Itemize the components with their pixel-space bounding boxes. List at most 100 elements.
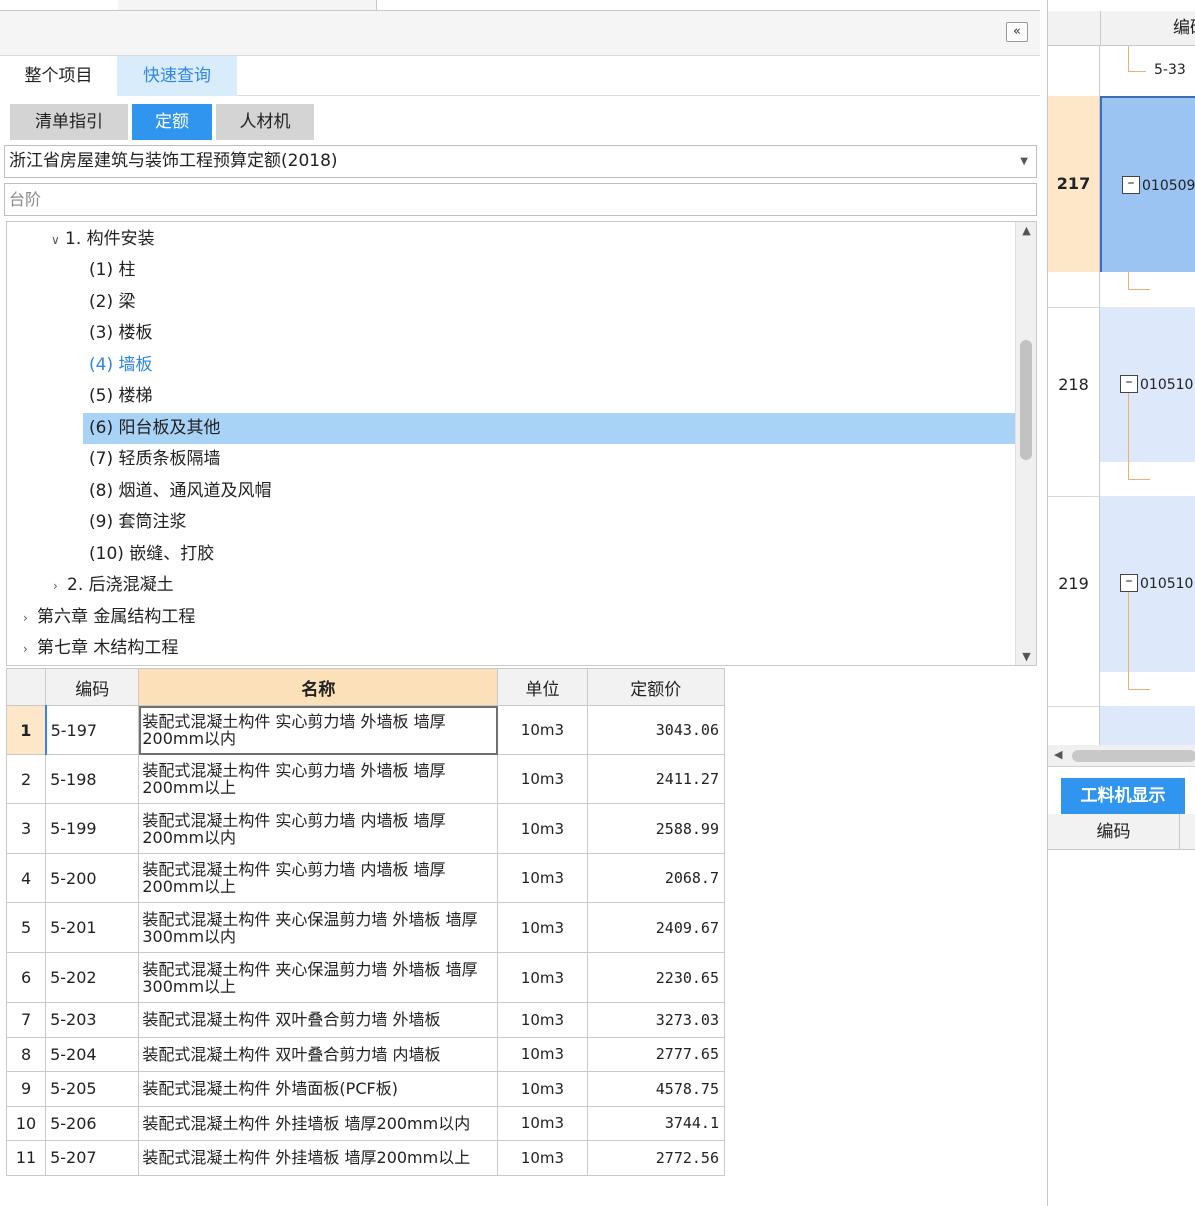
row-name[interactable]: 装配式混凝土构件 外挂墙板 墙厚200mm以上 [138, 1139, 499, 1177]
row-name[interactable]: 装配式混凝土构件 实心剪力墙 外墙板 墙厚200mm以上 [138, 754, 499, 805]
table-row[interactable]: 7 5-203 装配式混凝土构件 双叶叠合剪力墙 外墙板 10m3 3273.0… [5, 1001, 726, 1038]
scroll-up-icon[interactable]: ▲ [1016, 224, 1036, 237]
row-name[interactable]: 装配式混凝土构件 夹心保温剪力墙 外墙板 墙厚300mm以上 [138, 952, 499, 1003]
right-row[interactable]: 218 – 010510 [1048, 307, 1195, 463]
header-name[interactable]: 名称 [138, 668, 499, 706]
header-unit[interactable]: 单位 [497, 668, 588, 706]
right-row-cell[interactable]: – 010509 [1100, 96, 1195, 276]
table-row[interactable]: 8 5-204 装配式混凝土构件 双叶叠合剪力墙 内墙板 10m3 2777.6… [5, 1036, 726, 1072]
row-unit[interactable]: 10m3 [497, 1001, 588, 1038]
tree-item[interactable]: (3) 楼板 [89, 318, 152, 349]
row-name[interactable]: 装配式混凝土构件 双叶叠合剪力墙 内墙板 [138, 1036, 499, 1072]
row-unit[interactable]: 10m3 [497, 1070, 588, 1107]
right-row[interactable] [1048, 706, 1195, 745]
row-unit[interactable]: 10m3 [497, 1105, 588, 1141]
collapse-minus-icon[interactable]: – [1120, 574, 1138, 592]
table-row[interactable]: 2 5-198 装配式混凝土构件 实心剪力墙 外墙板 墙厚200mm以上 10m… [5, 754, 726, 805]
tab-quick-query[interactable]: 快速查询 [117, 56, 237, 96]
tree-item[interactable]: (2) 梁 [89, 287, 135, 318]
tab-list-guide[interactable]: 清单指引 [10, 104, 128, 140]
scroll-down-icon[interactable]: ▼ [1016, 650, 1036, 663]
table-row[interactable]: 9 5-205 装配式混凝土构件 外墙面板(PCF板) 10m3 4578.75 [5, 1070, 726, 1107]
row-price[interactable]: 2772.56 [586, 1139, 726, 1177]
tree-item[interactable]: (4) 墙板 [89, 350, 152, 381]
right-row[interactable] [1048, 462, 1195, 497]
row-price[interactable]: 2230.65 [586, 952, 726, 1003]
row-code[interactable]: 5-201 [45, 902, 140, 954]
row-unit[interactable]: 10m3 [497, 952, 588, 1003]
tree-item[interactable]: (8) 烟道、通风道及风帽 [89, 476, 271, 507]
row-code[interactable]: 5-205 [45, 1070, 140, 1107]
quota-standard-select[interactable]: 浙江省房屋建筑与装饰工程预算定额(2018) ▼ [4, 145, 1037, 178]
row-unit[interactable]: 10m3 [497, 1036, 588, 1072]
top-tab-2[interactable] [118, 0, 239, 10]
collapse-minus-icon[interactable]: – [1120, 375, 1138, 393]
table-row[interactable]: 6 5-202 装配式混凝土构件 夹心保温剪力墙 外墙板 墙厚300mm以上 1… [5, 952, 726, 1003]
row-name[interactable]: 装配式混凝土构件 实心剪力墙 内墙板 墙厚200mm以内 [138, 803, 499, 855]
tree-item[interactable]: ∨ 1. 构件安装 [51, 224, 155, 255]
table-row[interactable]: 3 5-199 装配式混凝土构件 实心剪力墙 内墙板 墙厚200mm以内 10m… [5, 803, 726, 855]
row-price[interactable]: 2411.27 [586, 754, 726, 805]
tree-item[interactable]: (1) 柱 [89, 255, 135, 286]
top-tab-3[interactable] [238, 0, 377, 10]
collapse-panel-button[interactable]: « [1006, 22, 1028, 42]
row-price[interactable]: 3744.1 [586, 1105, 726, 1141]
right-row-cell[interactable]: – 010510 [1100, 307, 1195, 462]
tree-item[interactable]: (9) 套筒注浆 [89, 507, 186, 538]
right-row-cell[interactable]: 5-33 [1100, 46, 1195, 96]
row-price[interactable]: 3043.06 [586, 704, 726, 756]
header-price[interactable]: 定额价 [586, 668, 726, 706]
right-horizontal-scrollbar[interactable]: ◀ [1048, 745, 1195, 767]
right-row[interactable]: 5-33 [1048, 46, 1195, 97]
row-name[interactable]: 装配式混凝土构件 外墙面板(PCF板) [138, 1070, 499, 1107]
row-unit[interactable]: 10m3 [497, 754, 588, 805]
tree-item[interactable]: › 第七章 木结构工程 [23, 633, 178, 664]
collapse-minus-icon[interactable]: – [1122, 176, 1140, 194]
tree-item[interactable]: (10) 嵌缝、打胶 [89, 539, 214, 570]
top-tab-1[interactable] [0, 0, 119, 10]
labor-header-code[interactable]: 编码 [1048, 814, 1180, 850]
row-price[interactable]: 2777.65 [586, 1036, 726, 1072]
right-row[interactable] [1048, 272, 1195, 308]
table-row[interactable]: 4 5-200 装配式混凝土构件 实心剪力墙 内墙板 墙厚200mm以上 10m… [5, 853, 726, 904]
row-name[interactable]: 装配式混凝土构件 双叶叠合剪力墙 外墙板 [138, 1001, 499, 1038]
row-code[interactable]: 5-202 [45, 952, 140, 1003]
row-code[interactable]: 5-203 [45, 1001, 140, 1038]
right-header-code[interactable]: 编码 [1100, 11, 1195, 46]
row-name[interactable]: 装配式混凝土构件 外挂墙板 墙厚200mm以内 [138, 1105, 499, 1141]
table-row[interactable]: 1 5-197 装配式混凝土构件 实心剪力墙 外墙板 墙厚200mm以内 10m… [5, 704, 726, 756]
row-price[interactable]: 2409.67 [586, 902, 726, 954]
tab-labor-material-machine[interactable]: 人材机 [216, 104, 314, 140]
right-row[interactable]: 219 – 010510 [1048, 496, 1195, 673]
row-name[interactable]: 装配式混凝土构件 实心剪力墙 内墙板 墙厚200mm以上 [138, 853, 499, 904]
tree-item[interactable]: › 2. 后浇混凝土 [53, 570, 174, 601]
row-price[interactable]: 2588.99 [586, 803, 726, 855]
table-row[interactable]: 11 5-207 装配式混凝土构件 外挂墙板 墙厚200mm以上 10m3 27… [5, 1139, 726, 1177]
table-row[interactable]: 5 5-201 装配式混凝土构件 夹心保温剪力墙 外墙板 墙厚300mm以内 1… [5, 902, 726, 954]
right-row[interactable] [1048, 672, 1195, 707]
table-row[interactable]: 10 5-206 装配式混凝土构件 外挂墙板 墙厚200mm以内 10m3 37… [5, 1105, 726, 1141]
row-code[interactable]: 5-200 [45, 853, 140, 904]
row-code[interactable]: 5-206 [45, 1105, 140, 1141]
row-code[interactable]: 5-204 [45, 1036, 140, 1072]
row-price[interactable]: 4578.75 [586, 1070, 726, 1107]
search-input[interactable]: 台阶 [4, 183, 1037, 216]
tree-item[interactable]: (7) 轻质条板隔墙 [89, 444, 220, 475]
row-code[interactable]: 5-199 [45, 803, 140, 855]
right-row-cell[interactable]: – 010510 [1100, 496, 1195, 672]
row-unit[interactable]: 10m3 [497, 803, 588, 855]
tree-item[interactable]: › 第六章 金属结构工程 [23, 602, 195, 633]
scrollbar-thumb[interactable] [1020, 340, 1032, 460]
row-unit[interactable]: 10m3 [497, 853, 588, 904]
tab-whole-project[interactable]: 整个项目 [0, 56, 117, 96]
row-name[interactable]: 装配式混凝土构件 夹心保温剪力墙 外墙板 墙厚300mm以内 [138, 902, 499, 954]
tree-item[interactable]: (5) 楼梯 [89, 381, 152, 412]
header-code[interactable]: 编码 [45, 668, 140, 706]
tab-quota[interactable]: 定额 [132, 104, 212, 140]
tree-vertical-scrollbar[interactable]: ▲ ▼ [1015, 222, 1036, 665]
row-code[interactable]: 5-197 [44, 704, 140, 756]
tab-labor-material-display[interactable]: 工料机显示 [1061, 778, 1185, 814]
tree-item-selected[interactable]: (6) 阳台板及其他 [83, 413, 1015, 444]
row-price[interactable]: 2068.7 [586, 853, 726, 904]
row-unit[interactable]: 10m3 [497, 704, 588, 756]
